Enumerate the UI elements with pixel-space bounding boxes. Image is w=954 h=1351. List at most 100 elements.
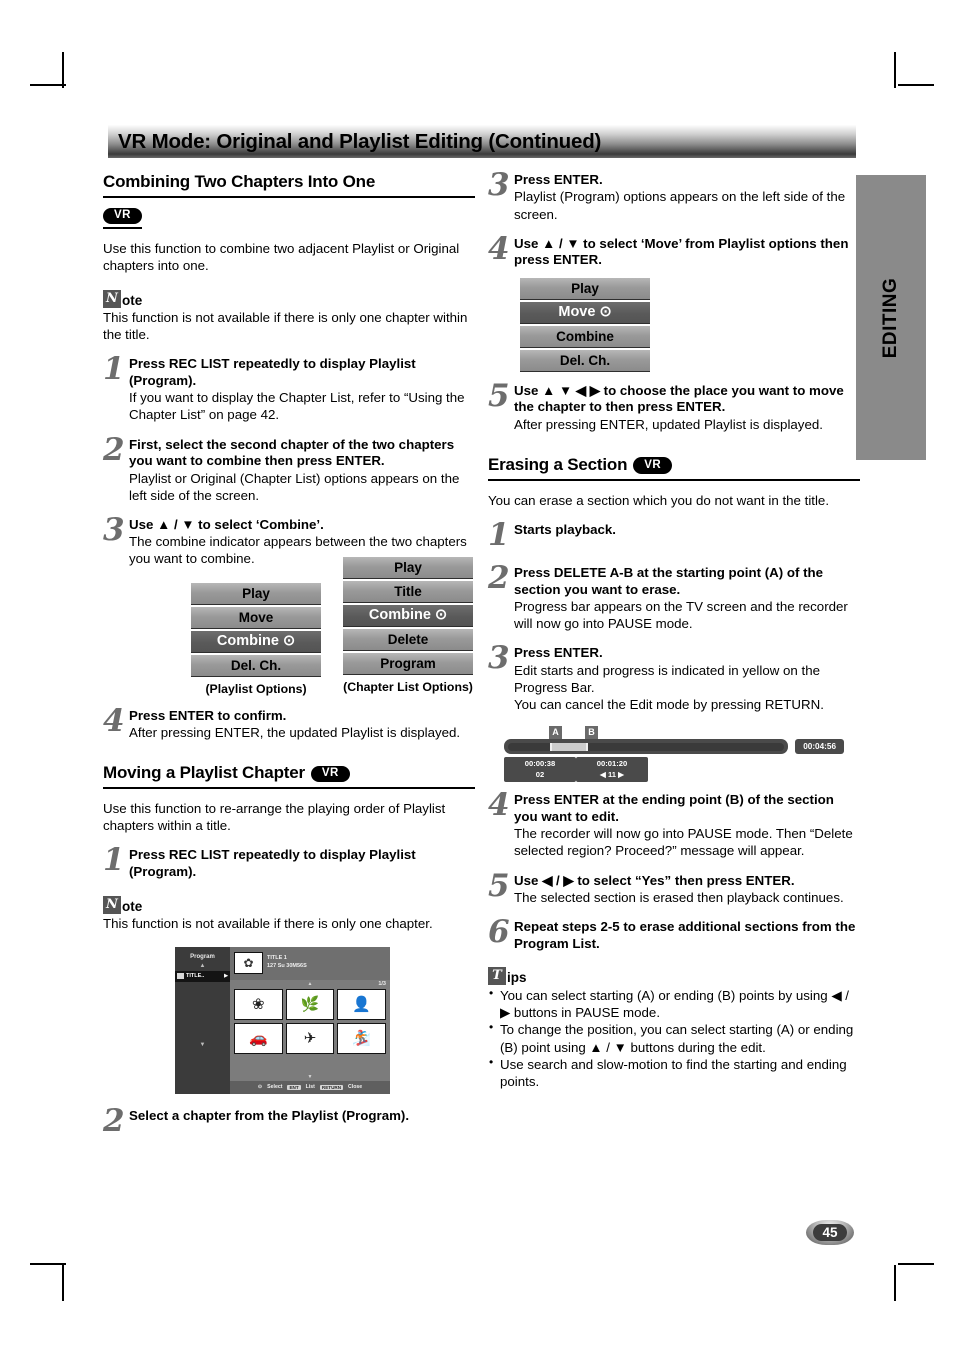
thumbnail-cell[interactable]: ✈ xyxy=(285,1022,335,1054)
step-bold-text: Press DELETE A-B at the starting point (… xyxy=(514,565,824,597)
screenshot-main-panel: ✿ TITLE 1 127 Su 30M56S ▲ 1/3 ❀ 🌿 👤 🚗 ✈ … xyxy=(230,946,390,1094)
point-a-sub: 02 xyxy=(535,769,545,779)
menu-item-play[interactable]: Play xyxy=(343,556,473,579)
step-text: Use ▲ / ▼ to select ‘Move’ from Playlist… xyxy=(514,236,860,269)
step-text: Press REC LIST repeatedly to display Pla… xyxy=(129,847,475,880)
page-number-badge: 45 xyxy=(806,1220,854,1245)
step-bold-text: Use ▲ / ▼ to select ‘Move’ from Playlist… xyxy=(514,235,849,268)
step-2-moving: 2 Select a chapter from the Playlist (Pr… xyxy=(103,1105,475,1136)
menu-item-play[interactable]: Play xyxy=(520,277,650,300)
menu-item-delete[interactable]: Delete xyxy=(343,628,473,651)
thumbnail-cell[interactable]: 🏂 xyxy=(337,1022,386,1054)
note-block-combining: N ote This function is not available if … xyxy=(103,290,475,343)
menu-item-move[interactable]: Move ⊙ xyxy=(520,301,650,324)
step-normal-text: After pressing ENTER, the updated Playli… xyxy=(129,725,461,741)
menu-item-del-ch[interactable]: Del. Ch. xyxy=(520,349,650,372)
total-time-label: 00:04:56 xyxy=(795,739,844,755)
step-bold-text: Use ▲ ▼ ◀ ▶ to choose the place you want… xyxy=(514,382,844,415)
menu-item-del-ch[interactable]: Del. Ch. xyxy=(191,654,321,677)
step-number: 5 xyxy=(488,867,510,904)
menu-item-title[interactable]: Title xyxy=(343,580,473,603)
chapter-list-options-menu[interactable]: Play Title Combine ⊙ Delete Program xyxy=(343,556,473,675)
tip-item: Use search and slow-motion to find the s… xyxy=(488,1055,860,1090)
progress-tick-a xyxy=(550,742,552,751)
step-number: 1 xyxy=(488,516,510,553)
section-moving-playlist-chapter: Moving a Playlist Chapter VR Use this fun… xyxy=(103,763,475,1136)
footer-close-label: Close xyxy=(348,1084,363,1091)
step-bold-text: Starts playback. xyxy=(514,521,616,537)
step-2-erasing: 2 Press DELETE A-B at the starting point… xyxy=(488,563,860,632)
progress-time-labels: 00:00:38 02 00:01:20 ◀ 11 ▶ xyxy=(504,757,844,782)
tips-word: ips xyxy=(507,969,527,985)
tip-item: You can select starting (A) or ending (B… xyxy=(488,986,860,1021)
step-3-erasing: 3 Press ENTER. Edit starts and progress … xyxy=(488,640,860,713)
grid-down-caret-icon[interactable]: ▼ xyxy=(308,1074,313,1080)
tip-item: To change the position, you can select s… xyxy=(488,1020,860,1055)
step-4-erasing: 4 Press ENTER at the ending point (B) of… xyxy=(488,790,860,859)
menu-item-play[interactable]: Play xyxy=(191,582,321,605)
intro-erasing: You can erase a section which you do not… xyxy=(488,492,830,508)
menu-item-program[interactable]: Program xyxy=(343,652,473,675)
screenshot-title-thumbnail: ✿ xyxy=(234,952,263,975)
progress-bar-row: 00:04:56 xyxy=(504,739,844,755)
screenshot-thumbnail-grid-area: ▲ 1/3 ❀ 🌿 👤 🚗 ✈ 🏂 ▼ xyxy=(230,979,390,1081)
playlist-move-options-menu[interactable]: Play Move ⊙ Combine Del. Ch. xyxy=(520,277,650,372)
right-column: 3 Press ENTER. Playlist (Program) option… xyxy=(488,167,860,1090)
screenshot-up-caret-icon: ▲ xyxy=(199,962,206,969)
screenshot-side-panel: Program ▲ TITLE.. ▶ ▼ xyxy=(175,946,230,1094)
footer-list-label: List xyxy=(305,1084,315,1091)
footer-close-key: RETURN xyxy=(319,1084,344,1090)
thumbnail-grid: ❀ 🌿 👤 🚗 ✈ 🏂 xyxy=(234,988,386,1054)
thumbnail-cell[interactable]: ❀ xyxy=(234,988,283,1020)
thumbnail-cell[interactable]: 👤 xyxy=(337,988,386,1020)
note-word: ote xyxy=(122,898,143,914)
point-b-sub: ◀ 11 ▶ xyxy=(600,769,624,779)
step-number: 5 xyxy=(488,377,510,414)
vr-badge: VR xyxy=(103,207,142,224)
screenshot-title-meta: TITLE 1 127 Su 30M56S xyxy=(267,955,307,971)
step-bold-text: Press REC LIST repeatedly to display Pla… xyxy=(129,847,416,879)
step-text: Press ENTER. Playlist (Program) options … xyxy=(514,172,860,223)
step-text: First, select the second chapter of the … xyxy=(129,437,475,504)
tips-t-icon: T xyxy=(488,967,506,986)
step-text: Press DELETE A-B at the starting point (… xyxy=(514,565,860,632)
point-a-time-label: 00:00:38 02 xyxy=(504,757,576,782)
step-bold-text: Use ◀ / ▶ to select “Yes” then press ENT… xyxy=(514,872,795,888)
marker-b-icon: B xyxy=(584,725,599,741)
footer-select-label: Select xyxy=(267,1084,283,1091)
step-normal-text: Progress bar appears on the TV screen an… xyxy=(514,599,848,632)
chapter-list-options-caption: (Chapter List Options) xyxy=(343,679,473,694)
title-item-label: TITLE.. xyxy=(186,973,205,980)
step-2-combining: 2 First, select the second chapter of th… xyxy=(103,434,475,504)
edge-tab-editing: EDITING xyxy=(856,175,926,460)
menu-item-move[interactable]: Move xyxy=(191,606,321,629)
note-n-icon: N xyxy=(103,896,121,915)
step-text: Use ▲ ▼ ◀ ▶ to choose the place you want… xyxy=(514,383,860,433)
playlist-options-menu[interactable]: Play Move Combine ⊙ Del. Ch. xyxy=(191,582,321,677)
thumbnail-cell[interactable]: 🚗 xyxy=(234,1022,283,1054)
step-number: 1 xyxy=(103,842,125,879)
step-number: 3 xyxy=(488,167,510,203)
progress-bar[interactable] xyxy=(504,739,789,755)
step-number: 3 xyxy=(488,640,510,677)
grid-up-caret-icon[interactable]: ▲ xyxy=(308,981,313,987)
note-n-icon: N xyxy=(103,290,121,308)
step-5-moving: 5 Use ▲ ▼ ◀ ▶ to choose the place you wa… xyxy=(488,377,860,433)
step-1-erasing: 1 Starts playback. xyxy=(488,516,860,553)
intro-moving: Use this function to re-arrange the play… xyxy=(103,801,446,834)
step-1-moving: 1 Press REC LIST repeatedly to display P… xyxy=(103,842,475,880)
left-column: Combining Two Chapters Into One VR Use t… xyxy=(103,172,475,1136)
vr-badge: VR xyxy=(633,457,673,474)
menu-item-combine[interactable]: Combine ⊙ xyxy=(343,604,473,627)
tips-list: You can select starting (A) or ending (B… xyxy=(488,986,860,1090)
step-number: 4 xyxy=(488,230,510,267)
page-header-banner: VR Mode: Original and Playlist Editing (… xyxy=(108,125,856,158)
menu-item-combine[interactable]: Combine xyxy=(520,325,650,348)
thumbnail-cell[interactable]: 🌿 xyxy=(285,988,335,1020)
menu-item-combine[interactable]: Combine ⊙ xyxy=(191,630,321,653)
crop-mark-bottom-right-h xyxy=(898,1263,934,1265)
options-menus-figure: Play Move Combine ⊙ Del. Ch. (Playlist O… xyxy=(103,556,475,696)
step-number: 3 xyxy=(103,511,125,548)
screenshot-title-item[interactable]: TITLE.. ▶ xyxy=(175,970,230,982)
intro-combining: Use this function to combine two adjacen… xyxy=(103,240,460,273)
